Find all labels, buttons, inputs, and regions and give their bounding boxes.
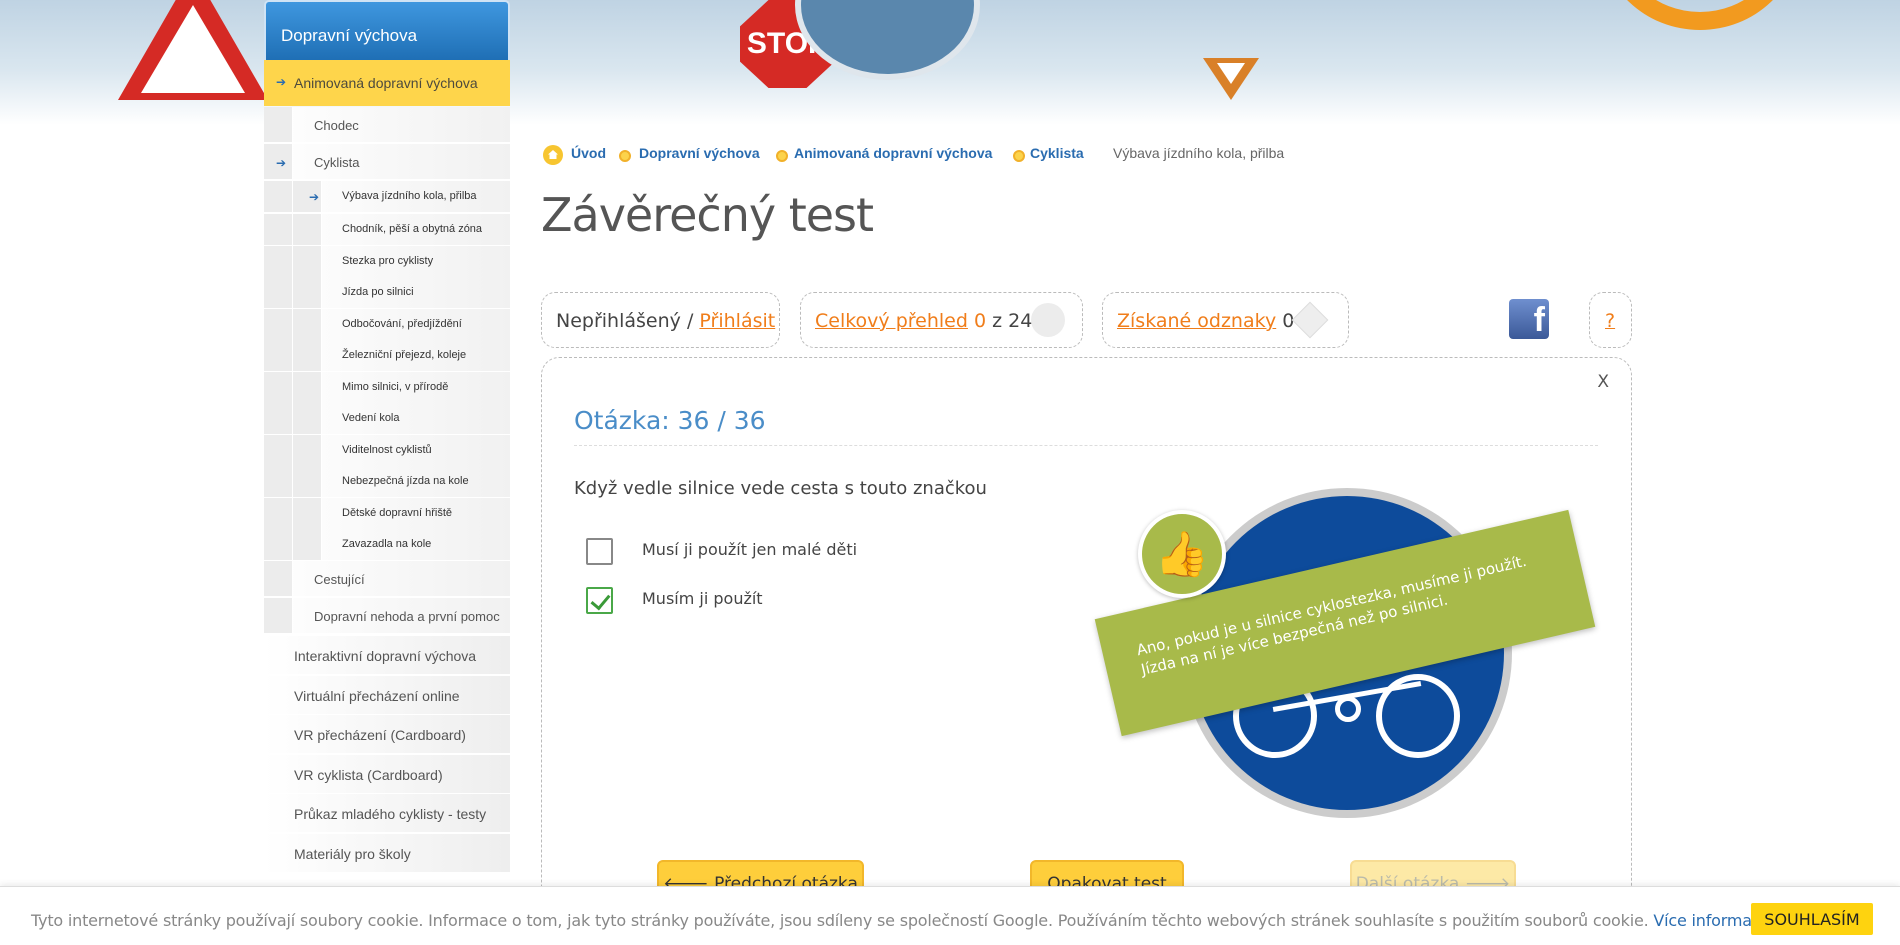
sidebar-item-cyklista[interactable]: ➔ Cyklista [264,144,510,180]
cookie-bar: Tyto internetové stránky používají soubo… [0,886,1900,945]
breadcrumb-dot-icon [776,150,788,162]
arrow-right-icon: ➔ [276,75,287,89]
facebook-icon[interactable]: f [1509,299,1549,339]
sidebar-item-chodnik[interactable]: Chodník, pěší a obytná zóna [264,214,510,246]
badges-box: Získané odznaky 0 [1102,292,1349,348]
breadcrumb-link[interactable]: Cyklista [1030,145,1084,161]
question-text: Když vedle silnice vede cesta s touto zn… [574,478,987,499]
sidebar-item-cestujici[interactable]: Cestující [264,561,510,597]
sidebar-item-vr-cyklista[interactable]: VR cyklista (Cardboard) [264,755,510,794]
divider [574,445,1598,446]
overview-score: 0 [973,310,987,332]
sidebar-item-jizda[interactable]: Jízda po silnici [264,277,510,309]
round-sign-icon [1600,0,1800,30]
sidebar-item-stezka[interactable]: Stezka pro cyklisty [264,246,510,278]
cookie-message: Tyto internetové stránky používají soubo… [31,911,1649,930]
quiz-panel: X Otázka: 36 / 36 Když vedle silnice ved… [541,357,1632,945]
sidebar-item-vedeni-kola[interactable]: Vedení kola [264,403,510,435]
breadcrumb-dot-icon [1013,150,1025,162]
checkbox-checked[interactable] [586,587,613,614]
sidebar-item-vr-prechazeni[interactable]: VR přecházení (Cardboard) [264,715,510,754]
help-link[interactable]: ? [1605,310,1615,332]
sidebar-item-virtualni[interactable]: Virtuální přecházení online [264,676,510,715]
agree-button[interactable]: SOUHLASÍM [1751,903,1873,935]
badge-diamond-icon [1291,301,1329,339]
question-header: Otázka: 36 / 36 [574,406,766,435]
sidebar-item-vybava[interactable]: ➔ Výbava jízdního kola, přilba [264,181,510,213]
sidebar-item-viditelnost[interactable]: Viditelnost cyklistů [264,435,510,467]
sidebar-item-zavazadla[interactable]: Zavazadla na kole [264,529,510,561]
home-icon[interactable] [543,145,563,165]
sidebar-item-chodec[interactable]: Chodec [264,107,510,143]
sidebar-item-mimo-silnici[interactable]: Mimo silnici, v přírodě [264,372,510,404]
sidebar-item-animated-education[interactable]: ➔ Animovaná dopravní výchova [264,60,510,106]
close-button[interactable]: X [1597,372,1609,392]
sidebar-item-prukaz[interactable]: Průkaz mladého cyklisty - testy [264,794,510,833]
breadcrumb-link[interactable]: Animovaná dopravní výchova [794,145,992,161]
badges-link[interactable]: Získané odznaky [1117,310,1276,332]
arrow-right-icon: ➔ [276,156,287,170]
login-link[interactable]: Přihlásit [699,310,775,332]
breadcrumb-link[interactable]: Dopravní výchova [639,145,760,161]
breadcrumb-dot-icon [619,150,631,162]
checkbox[interactable] [586,538,613,565]
sidebar-item-prejezd[interactable]: Železniční přejezd, koleje [264,340,510,372]
login-box: Nepřihlášený / Přihlásit [541,292,780,348]
sidebar: Dopravní výchova ➔ Animovaná dopravní vý… [262,0,510,900]
sidebar-item-label: Animovaná dopravní výchova [294,75,478,91]
breadcrumb-link[interactable]: Úvod [571,145,606,161]
page-title: Závěrečný test [541,188,874,242]
overview-link[interactable]: Celkový přehled [815,310,968,332]
help-box: ? [1589,292,1632,348]
progress-circle-icon [1031,303,1065,337]
more-info-link[interactable]: Více informací [1653,911,1764,930]
sidebar-title[interactable]: Dopravní výchova [264,0,510,60]
arrow-right-icon: ➔ [309,190,320,204]
sidebar-item-odbocovani[interactable]: Odbočování, předjíždění [264,309,510,341]
sidebar-item-nebezpecna-jizda[interactable]: Nebezpečná jízda na kole [264,466,510,498]
sidebar-item-nehoda[interactable]: Dopravní nehoda a první pomoc [264,598,510,634]
sidebar-item-interaktivni[interactable]: Interaktivní dopravní výchova [264,636,510,675]
overview-box: Celkový přehled 0 z 24 [800,292,1083,348]
sidebar-item-hriste[interactable]: Dětské dopravní hřiště [264,498,510,530]
sidebar-item-materialy[interactable]: Materiály pro školy [264,834,510,873]
login-status: Nepřihlášený [556,310,681,332]
overview-total: z 24 [992,310,1033,332]
breadcrumb-current: Výbava jízdního kola, přilba [1113,145,1285,161]
thumbs-up-icon: 👍 [1138,510,1226,598]
